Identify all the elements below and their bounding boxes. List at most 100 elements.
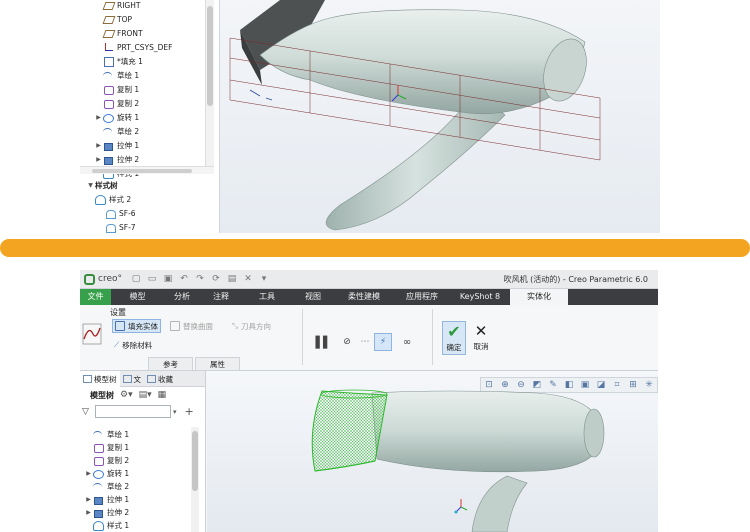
references-tab[interactable]: 参考 — [148, 357, 193, 371]
tree-search-input[interactable] — [95, 405, 171, 418]
tool-direction-icon: ⤡ — [232, 321, 238, 330]
tab-menu-1[interactable]: 模型 — [111, 289, 164, 305]
tree-item-label: 复制 2 — [107, 456, 130, 465]
tree-item[interactable]: RIGHT — [94, 0, 140, 12]
tree-item[interactable]: 草绘 1 — [94, 69, 139, 82]
tab-model-tree[interactable]: 模型树 — [80, 371, 120, 387]
expand-arrow-icon[interactable]: ▶ — [94, 114, 103, 121]
expand-arrow-icon[interactable]: ▶ — [84, 470, 93, 477]
title-bar: creo° ▢ ▭ ▣ ↶ ↷ ⟳ ▤ ✕ ▾ 吹风机 (活动的) - Creo… — [80, 270, 658, 289]
undo-icon[interactable]: ↶ — [178, 273, 190, 285]
replace-surface-button[interactable]: 替换曲面 — [168, 319, 215, 333]
redo-icon[interactable]: ↷ — [194, 273, 206, 285]
fill-solid-button[interactable]: 填充实体 — [112, 319, 161, 333]
filter-icon[interactable]: ▽ — [82, 407, 92, 417]
expand-arrow-icon[interactable]: ▶ — [84, 509, 93, 516]
save-icon[interactable]: ▣ — [162, 273, 174, 285]
style-tree-header[interactable]: ▼ 样式树 — [86, 179, 117, 192]
tree-item-label: FRONT — [117, 29, 143, 38]
tab-menu-4[interactable]: 工具 — [242, 289, 292, 305]
customize-qat-icon[interactable]: ▾ — [258, 273, 270, 285]
tree-item[interactable]: 样式 1 — [84, 519, 129, 532]
tab-menu-6[interactable]: 柔性建模 — [334, 289, 394, 305]
tree-item[interactable]: ▶ 拉伸 2 — [84, 506, 129, 519]
filter-row: ▽ ▾ + — [80, 403, 205, 420]
top-tree-hscrollbar[interactable] — [80, 166, 214, 174]
sketch-icon — [103, 127, 114, 136]
tab-menu-5[interactable]: 视图 — [292, 289, 334, 305]
tab-menu-2[interactable]: 分析 — [164, 289, 200, 305]
sketch-icon — [103, 71, 114, 80]
tree-item[interactable]: 复制 1 — [84, 441, 129, 454]
glasses-preview-button[interactable]: ∞ — [398, 333, 416, 351]
remove-material-button[interactable]: ⟋ 移除材料 — [112, 338, 154, 352]
model-tree-toolbar: 模型树 ⚙▾ ▤▾ ▦ — [80, 387, 205, 403]
tree-filter-options-icon[interactable]: ▤▾ — [139, 390, 152, 400]
model-tree-scrollbar[interactable] — [191, 427, 199, 532]
tree-item-label: 样式 1 — [107, 521, 130, 530]
top-tree-scrollbar[interactable] — [205, 0, 214, 172]
pause-button[interactable]: ▌▌ — [314, 333, 332, 351]
tab-folder-browser[interactable]: 文 — [120, 371, 145, 387]
tree-item[interactable]: ▶ 拉伸 2 — [94, 153, 139, 166]
graphics-viewport[interactable]: ⊡ ⊕ ⊖ ◩ ✎ ◧ ▣ ◪ ⌗ ⊞ ✳ — [207, 371, 658, 532]
copy-icon — [103, 85, 114, 95]
tree-columns-icon[interactable]: ▦ — [158, 390, 167, 400]
tab-menu-3[interactable]: 注释 — [200, 289, 242, 305]
tree-item[interactable]: 复制 2 — [94, 97, 139, 110]
tree-item[interactable]: ▶ 旋转 1 — [94, 111, 139, 124]
top-model-tree: RIGHT TOP FRONT PRT_CSYS_DEF *填充 1 草绘 1 复制 1 复制… — [80, 0, 220, 233]
preview-button[interactable]: ⋯ — [356, 333, 374, 351]
tree-item[interactable]: 草绘 1 — [84, 428, 129, 441]
open-file-icon[interactable]: ▭ — [146, 273, 158, 285]
tree-item-label: PRT_CSYS_DEF — [117, 43, 173, 52]
remove-material-icon: ⟋ — [114, 340, 120, 349]
properties-tab[interactable]: 属性 — [195, 357, 240, 371]
style-icon — [95, 195, 106, 205]
cancel-button[interactable]: ✕ 取消 — [469, 321, 493, 355]
tree-item[interactable]: 样式 2 — [86, 193, 131, 206]
search-dropdown-icon[interactable]: ▾ — [173, 408, 177, 416]
tab-menu-7[interactable]: 应用程序 — [394, 289, 450, 305]
tree-item-label: 复制 1 — [107, 443, 130, 452]
tab-menu-8[interactable]: KeyShot 8 — [450, 289, 510, 305]
extrude-icon — [103, 155, 114, 165]
tree-item[interactable]: PRT_CSYS_DEF — [94, 41, 172, 54]
solidify-feature-icon — [82, 323, 102, 345]
tree-item[interactable]: *填充 1 — [94, 55, 143, 68]
model-tree-title: 模型树 — [90, 390, 114, 400]
top-screenshot: RIGHT TOP FRONT PRT_CSYS_DEF *填充 1 草绘 1 复制 1 复制… — [80, 0, 660, 233]
expand-arrow-icon[interactable]: ▶ — [94, 142, 103, 149]
copy-icon — [103, 99, 114, 109]
regenerate-icon[interactable]: ⟳ — [210, 273, 222, 285]
new-file-icon[interactable]: ▢ — [130, 273, 142, 285]
expand-arrow-icon[interactable]: ▶ — [94, 156, 103, 163]
body-shape — [259, 9, 586, 115]
expand-arrow-icon[interactable]: ▶ — [84, 496, 93, 503]
tree-item[interactable]: SF-6 — [96, 207, 136, 220]
windows-icon[interactable]: ▤ — [226, 273, 238, 285]
tree-item[interactable]: TOP — [94, 13, 132, 26]
ok-button[interactable]: ✔ 确定 — [442, 321, 466, 355]
add-column-icon[interactable]: + — [185, 405, 194, 418]
tree-item[interactable]: SF-7 — [96, 221, 136, 233]
tree-item[interactable]: ▶ 拉伸 1 — [94, 139, 139, 152]
fill-icon — [103, 57, 114, 67]
tree-item[interactable]: 复制 1 — [94, 83, 139, 96]
close-window-icon[interactable]: ✕ — [242, 273, 254, 285]
tree-item[interactable]: 草绘 2 — [94, 125, 139, 138]
creo-window: creo° ▢ ▭ ▣ ↶ ↷ ⟳ ▤ ✕ ▾ 吹风机 (活动的) - Creo… — [80, 270, 658, 532]
tab-favorites[interactable]: 收藏 — [144, 371, 176, 387]
verify-button[interactable]: ⚡ — [374, 333, 392, 351]
tree-item[interactable]: ▶ 旋转 1 — [84, 467, 129, 480]
tool-direction-button[interactable]: ⤡ 刀具方向 — [230, 319, 273, 333]
no-preview-button[interactable]: ⊘ — [338, 333, 356, 351]
tree-settings-icon[interactable]: ⚙▾ — [120, 390, 133, 400]
tree-item[interactable]: 复制 2 — [84, 454, 129, 467]
tree-item[interactable]: 草绘 2 — [84, 480, 129, 493]
tree-item[interactable]: FRONT — [94, 27, 143, 40]
top-graphics-viewport[interactable] — [220, 0, 660, 233]
tree-item[interactable]: ▶ 拉伸 1 — [84, 493, 129, 506]
tab-file[interactable]: 文件 — [80, 289, 111, 305]
tab-menu-9[interactable]: 实体化 — [510, 289, 568, 305]
